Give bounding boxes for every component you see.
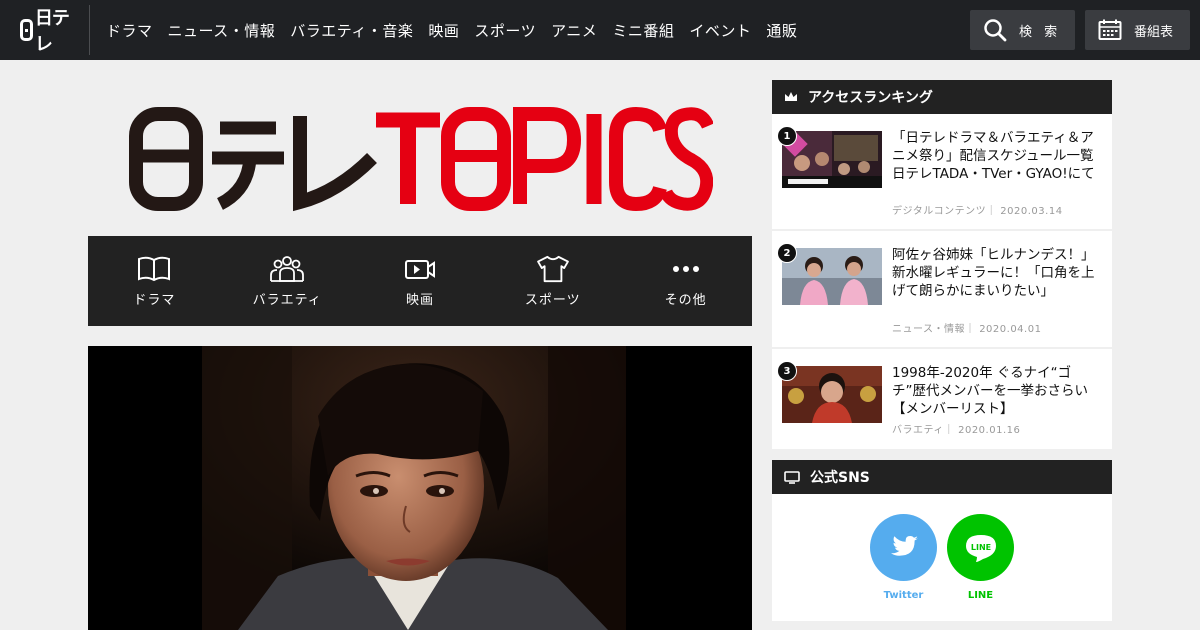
nav-news[interactable]: ニュース・情報: [168, 20, 276, 41]
category-label: 映画: [405, 292, 434, 308]
ranking-title: アクセスランキング: [808, 90, 933, 106]
program-guide-label: 番組表: [1134, 24, 1174, 40]
header-divider: [89, 5, 90, 55]
category-movie[interactable]: 映画: [354, 236, 487, 326]
sns-panel: Twitter LINE LINE: [772, 494, 1112, 621]
meta-separator: ｜: [965, 324, 980, 335]
nav-variety[interactable]: バラエティ・音楽: [290, 20, 413, 41]
global-header: 日テレ ドラマ ニュース・情報 バラエティ・音楽 映画 スポーツ アニメ ミニ番…: [0, 0, 1200, 60]
search-label: 検 索: [1019, 24, 1062, 40]
ranking-item-date: 2020.03.14: [1000, 206, 1063, 217]
monitor-icon: [784, 470, 800, 484]
twitter-bird-icon: [890, 535, 918, 556]
ranking-item-meta: バラエティ｜ 2020.01.16: [892, 421, 1020, 436]
line-button[interactable]: LINE: [947, 514, 1014, 581]
topics-logo-image: [129, 106, 714, 212]
sns-title: 公式SNS: [810, 470, 870, 486]
ranking-item-title[interactable]: 阿佐ヶ谷姉妹「ヒルナンデス！」新水曜レギュラーに！「口角を上げて朗らかにまいりた…: [892, 246, 1104, 300]
ranking-thumbnail: [782, 366, 882, 423]
ranking-heading: アクセスランキング: [772, 80, 1112, 114]
program-guide-button[interactable]: 番組表: [1085, 10, 1190, 50]
logo-text: 日テレ: [34, 8, 70, 55]
book-icon: [138, 256, 171, 281]
nav-shop[interactable]: 通販: [766, 20, 797, 41]
ranking-thumbnail: [782, 131, 882, 188]
rank-number-badge: 2: [777, 243, 797, 263]
meta-separator: ｜: [986, 206, 1001, 217]
ranking-item-2[interactable]: 2 阿佐ヶ谷姉妹「ヒルナンデス！」新水曜レギュラーに！「口角を上げて朗らかにまい…: [772, 231, 1112, 347]
video-icon: [404, 259, 435, 279]
nav-mini[interactable]: ミニ番組: [612, 20, 674, 41]
line-icon-text: LINE: [970, 543, 990, 552]
line-label[interactable]: LINE: [947, 590, 1014, 601]
ranking-item-meta: デジタルコンテンツ｜ 2020.03.14: [892, 202, 1063, 217]
line-icon: LINE: [965, 534, 996, 562]
hero-image[interactable]: [88, 346, 752, 630]
category-label: その他: [664, 292, 707, 308]
category-drama[interactable]: ドラマ: [88, 236, 221, 326]
category-nav: ドラマ バラエティ 映画 スポーツ その他: [88, 236, 752, 326]
category-label: バラエティ: [252, 292, 322, 308]
shirt-icon: [536, 255, 569, 282]
nav-anime[interactable]: アニメ: [551, 20, 597, 41]
nav-drama[interactable]: ドラマ: [106, 20, 153, 41]
nav-event[interactable]: イベント: [689, 20, 751, 41]
topics-logo[interactable]: [128, 106, 714, 212]
ranking-item-category: ニュース・情報: [892, 324, 965, 335]
category-variety[interactable]: バラエティ: [221, 236, 354, 326]
sns-heading: 公式SNS: [772, 460, 1112, 494]
ranking-item-category: デジタルコンテンツ: [892, 206, 987, 217]
calendar-icon: [1098, 19, 1122, 40]
ntv-logo[interactable]: 日テレ: [20, 8, 70, 55]
nav-sports[interactable]: スポーツ: [474, 20, 536, 41]
twitter-label[interactable]: Twitter: [870, 590, 937, 601]
category-sports[interactable]: スポーツ: [486, 236, 619, 326]
ranking-item-date: 2020.04.01: [979, 324, 1042, 335]
rank-number-badge: 1: [777, 126, 797, 146]
hero-photo: [88, 346, 752, 630]
ranking-item-category: バラエティ: [892, 425, 944, 436]
meta-separator: ｜: [943, 425, 959, 436]
ranking-item-1[interactable]: 1 「日テレドラマ＆バラエティ＆アニメ祭り」配信スケジュール一覧 日テレTADA…: [772, 114, 1112, 229]
ranking-item-date: 2020.01.16: [958, 425, 1021, 436]
group-icon: [270, 255, 305, 282]
logo-mark: [20, 19, 33, 41]
category-label: スポーツ: [524, 292, 581, 308]
nav-movie[interactable]: 映画: [428, 20, 459, 41]
search-icon: [984, 19, 1007, 42]
category-label: ドラマ: [133, 292, 176, 308]
ranking-item-title[interactable]: 「日テレドラマ＆バラエティ＆アニメ祭り」配信スケジュール一覧 日テレTADA・T…: [892, 129, 1104, 183]
more-icon: [672, 265, 699, 272]
ranking-thumbnail: [782, 248, 882, 305]
ranking-item-meta: ニュース・情報｜ 2020.04.01: [892, 320, 1041, 335]
ranking-item-title[interactable]: 1998年-2020年 ぐるナイ“ゴチ”歴代メンバーを一挙おさらい【メンバーリス…: [892, 364, 1104, 418]
twitter-button[interactable]: [870, 514, 937, 581]
global-nav: ドラマ ニュース・情報 バラエティ・音楽 映画 スポーツ アニメ ミニ番組 イベ…: [106, 0, 812, 60]
search-button[interactable]: 検 索: [970, 10, 1075, 50]
category-other[interactable]: その他: [619, 236, 752, 326]
crown-icon: [785, 92, 797, 101]
ranking-item-3[interactable]: 3 1998年-2020年 ぐるナイ“ゴチ”歴代メンバーを一挙おさらい【メンバー…: [772, 349, 1112, 449]
rank-number-badge: 3: [777, 361, 797, 381]
